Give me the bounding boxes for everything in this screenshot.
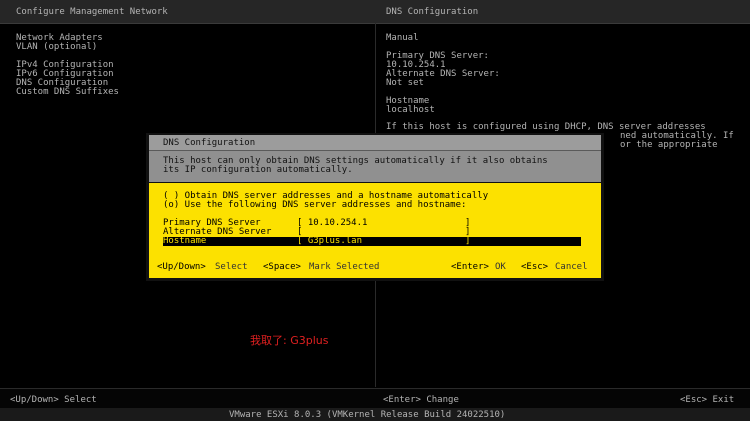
menu-item-dns-suffixes[interactable]: Custom DNS Suffixes — [16, 88, 119, 97]
key-enter-action: OK — [495, 262, 506, 272]
key-enter[interactable]: <Enter> — [451, 263, 489, 272]
dialog-title: DNS Configuration — [163, 138, 256, 148]
hostname-value: localhost — [386, 105, 435, 115]
dialog-body: ( ) Obtain DNS server addresses and a ho… — [149, 183, 601, 278]
dialog-header: DNS Configuration This host can only obt… — [149, 135, 601, 182]
key-space: <Space> — [263, 262, 301, 272]
key-updown: <Up/Down> — [157, 262, 206, 272]
footer-bar: VMware ESXi 8.0.3 (VMKernel Release Buil… — [0, 408, 750, 421]
dcui-screen: { "header": { "left_title": "Configure M… — [0, 0, 750, 421]
key-updown-action: Select — [215, 262, 248, 272]
dialog-desc-line2: its IP configuration automatically. — [163, 165, 353, 175]
header-right-title: DNS Configuration — [386, 7, 479, 17]
hostname-field-label: Hostname — [163, 236, 207, 246]
key-esc[interactable]: <Esc> — [521, 263, 548, 272]
option-manual-radio[interactable]: (o) Use the following DNS server address… — [163, 201, 466, 210]
alternate-dns-value: Not set — [386, 78, 424, 88]
dialog-title-bar: DNS Configuration — [149, 135, 601, 151]
version-string: VMware ESXi 8.0.3 (VMKernel Release Buil… — [229, 410, 506, 420]
header-bar: Configure Management Network DNS Configu… — [0, 0, 750, 24]
dhcp-note-line3: or the appropriate — [620, 140, 718, 150]
dns-mode: Manual — [386, 33, 419, 43]
header-left-title: Configure Management Network — [16, 7, 168, 17]
bottom-bar: <Up/Down> Select <Enter> Change <Esc> Ex… — [0, 388, 750, 409]
annotation-text: 我取了: G3plus — [250, 334, 329, 347]
menu-item-vlan[interactable]: VLAN (optional) — [16, 43, 97, 52]
bottom-esc-exit: <Esc> Exit — [680, 395, 735, 405]
hostname-input[interactable]: [ G3plus.lan ] — [297, 237, 470, 246]
key-esc-action: Cancel — [555, 262, 588, 272]
key-space-action: Mark Selected — [309, 262, 380, 272]
bottom-updown-select: <Up/Down> Select — [10, 395, 97, 405]
bottom-enter-change: <Enter> Change — [383, 395, 459, 405]
